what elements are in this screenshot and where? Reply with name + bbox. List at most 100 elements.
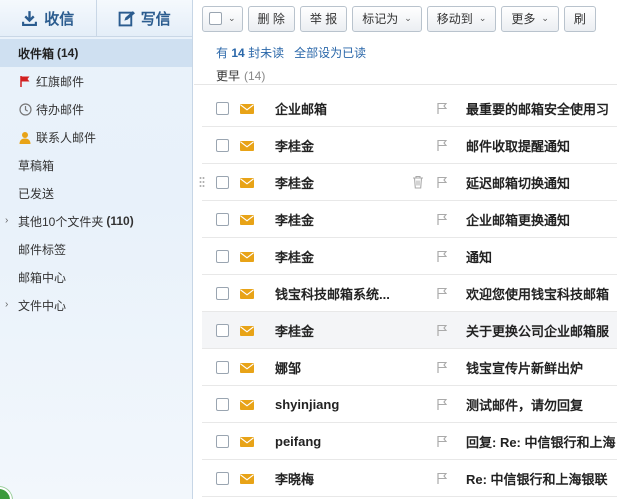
envelope-icon [240, 474, 254, 484]
flag-outline-icon[interactable] [436, 102, 448, 114]
mark-all-read-link[interactable]: 全部设为已读 [294, 44, 366, 61]
folder-todo[interactable]: 待办邮件 [0, 95, 192, 123]
main-panel: ⌄ 删 除 举 报 标记为 ⌄ 移动到 ⌄ 更多 ⌄ 刷 有 14 封未读 全部… [194, 0, 617, 499]
mail-sender: 李桂金 [275, 212, 315, 228]
folder-file-center[interactable]: › 文件中心 [0, 291, 192, 319]
flag-outline-icon[interactable] [436, 250, 448, 262]
flag-outline-icon[interactable] [436, 472, 448, 484]
envelope-icon [240, 104, 254, 114]
mail-row[interactable]: 娜邹 钱宝宣传片新鲜出炉 [202, 349, 617, 386]
mail-subject: 最重要的邮箱安全使用习 [466, 101, 610, 117]
mail-checkbox[interactable] [216, 102, 229, 115]
flag-outline-icon[interactable] [436, 435, 448, 447]
mail-checkbox[interactable] [216, 139, 229, 152]
mail-checkbox[interactable] [216, 398, 229, 411]
unread-summary: 有 14 封未读 全部设为已读 [194, 37, 617, 67]
mail-subject: 企业邮箱更换通知 [466, 212, 571, 228]
mail-sender: 李桂金 [275, 138, 315, 154]
red-flag-icon [18, 74, 32, 88]
mail-subject: 延迟邮箱切换通知 [466, 175, 571, 191]
folder-list: 收件箱 (14) 红旗邮件 待办邮件 联系人邮件 草稿箱 已发送 › 其他10个… [0, 37, 192, 319]
mail-checkbox[interactable] [216, 472, 229, 485]
mail-row[interactable]: 企业邮箱 最重要的邮箱安全使用习 [202, 90, 617, 127]
receive-label: 收信 [44, 10, 75, 28]
select-all-dropdown[interactable]: ⌄ [202, 5, 243, 32]
more-label: 更多 [511, 12, 536, 26]
folder-mailbox-center[interactable]: 邮箱中心 [0, 263, 192, 291]
move-to-dropdown[interactable]: 移动到 ⌄ [426, 5, 497, 32]
mail-sender: 李桂金 [275, 249, 315, 265]
mail-subject: Re: 中信银行和上海银联 [466, 471, 608, 487]
folder-sent[interactable]: 已发送 [0, 179, 192, 207]
mail-sender: peifang [275, 433, 322, 449]
flag-outline-icon[interactable] [436, 139, 448, 151]
mail-subject: 钱宝宣传片新鲜出炉 [466, 360, 584, 376]
mail-row[interactable]: 李桂金 邮件收取提醒通知 [202, 127, 617, 164]
envelope-icon [240, 141, 254, 151]
edit-icon [118, 10, 135, 26]
mail-row[interactable]: 李桂金 延迟邮箱切换通知 [199, 164, 617, 201]
envelope-icon [240, 252, 254, 262]
folder-label: 红旗邮件 [36, 74, 85, 89]
folder-label: 联系人邮件 [36, 130, 97, 145]
trash-icon[interactable] [412, 175, 424, 189]
refresh-button[interactable]: 刷 [563, 5, 596, 32]
compose-button[interactable]: 写信 [97, 0, 193, 36]
folder-contacts[interactable]: 联系人邮件 [0, 123, 192, 151]
mail-row[interactable]: 李桂金 通知 [202, 238, 617, 275]
chevron-down-icon: ⌄ [541, 13, 549, 23]
folder-drafts[interactable]: 草稿箱 [0, 151, 192, 179]
mail-list: 企业邮箱 最重要的邮箱安全使用习 李桂金 邮件收取提醒通知 李桂金 延迟邮箱切换… [199, 90, 617, 497]
download-icon [22, 10, 38, 26]
mail-row[interactable]: peifang 回复: Re: 中信银行和上海 [202, 423, 617, 460]
folder-flagged[interactable]: 红旗邮件 [0, 67, 192, 95]
flag-outline-icon[interactable] [436, 324, 448, 336]
mail-row[interactable]: 李桂金 企业邮箱更换通知 [202, 201, 617, 238]
select-all-checkbox[interactable] [209, 12, 222, 25]
mail-checkbox[interactable] [216, 176, 229, 189]
mail-subject: 邮件收取提醒通知 [466, 138, 571, 154]
mail-checkbox[interactable] [216, 435, 229, 448]
mail-row[interactable]: 李桂金 关于更换公司企业邮箱服 [202, 312, 617, 349]
group-label: 更早 [216, 69, 241, 83]
mail-subject: 回复: Re: 中信银行和上海 [466, 434, 616, 450]
receive-button[interactable]: 收信 [0, 0, 97, 36]
mail-subject: 欢迎您使用钱宝科技邮箱 [466, 286, 610, 302]
mail-row[interactable]: shyinjiang 测试邮件，请勿回复 [202, 386, 617, 423]
chevron-right-icon[interactable]: › [5, 299, 13, 311]
envelope-icon [240, 400, 254, 410]
date-group-header: 更早 (14) [194, 67, 617, 85]
envelope-icon [240, 363, 254, 373]
report-button[interactable]: 举 报 [299, 5, 348, 32]
mail-checkbox[interactable] [216, 287, 229, 300]
folder-inbox[interactable]: 收件箱 (14) [0, 39, 192, 67]
mail-subject: 关于更换公司企业邮箱服 [466, 323, 610, 339]
flag-outline-icon[interactable] [436, 398, 448, 410]
mail-row[interactable]: 李晓梅 Re: 中信银行和上海银联 [202, 460, 617, 497]
flag-outline-icon[interactable] [436, 213, 448, 225]
mail-checkbox[interactable] [216, 324, 229, 337]
chevron-right-icon[interactable]: › [5, 215, 13, 227]
folder-others[interactable]: › 其他10个文件夹 (110) [0, 207, 192, 235]
move-to-label: 移动到 [436, 12, 473, 26]
flag-outline-icon[interactable] [436, 176, 448, 188]
delete-button[interactable]: 删 除 [247, 5, 295, 32]
flag-outline-icon[interactable] [436, 287, 448, 299]
mail-checkbox[interactable] [216, 213, 229, 226]
status-badge[interactable] [0, 487, 12, 499]
mail-checkbox[interactable] [216, 250, 229, 263]
folder-label: 收件箱 [18, 46, 55, 61]
unread-text[interactable]: 有 14 封未读 [216, 44, 284, 61]
mail-checkbox[interactable] [216, 361, 229, 374]
mark-as-dropdown[interactable]: 标记为 ⌄ [352, 5, 422, 32]
flag-outline-icon[interactable] [436, 361, 448, 373]
folder-tags[interactable]: 邮件标签 [0, 235, 192, 263]
toolbar: ⌄ 删 除 举 报 标记为 ⌄ 移动到 ⌄ 更多 ⌄ 刷 [194, 0, 617, 37]
mail-sender: shyinjiang [275, 396, 340, 412]
chevron-down-icon: ⌄ [228, 13, 236, 23]
drag-handle-icon[interactable] [199, 176, 205, 188]
folder-label: 已发送 [18, 186, 55, 201]
mail-row[interactable]: 钱宝科技邮箱系统... 欢迎您使用钱宝科技邮箱 [202, 275, 617, 312]
more-dropdown[interactable]: 更多 ⌄ [501, 5, 559, 32]
folder-label: 其他10个文件夹 [18, 214, 104, 229]
